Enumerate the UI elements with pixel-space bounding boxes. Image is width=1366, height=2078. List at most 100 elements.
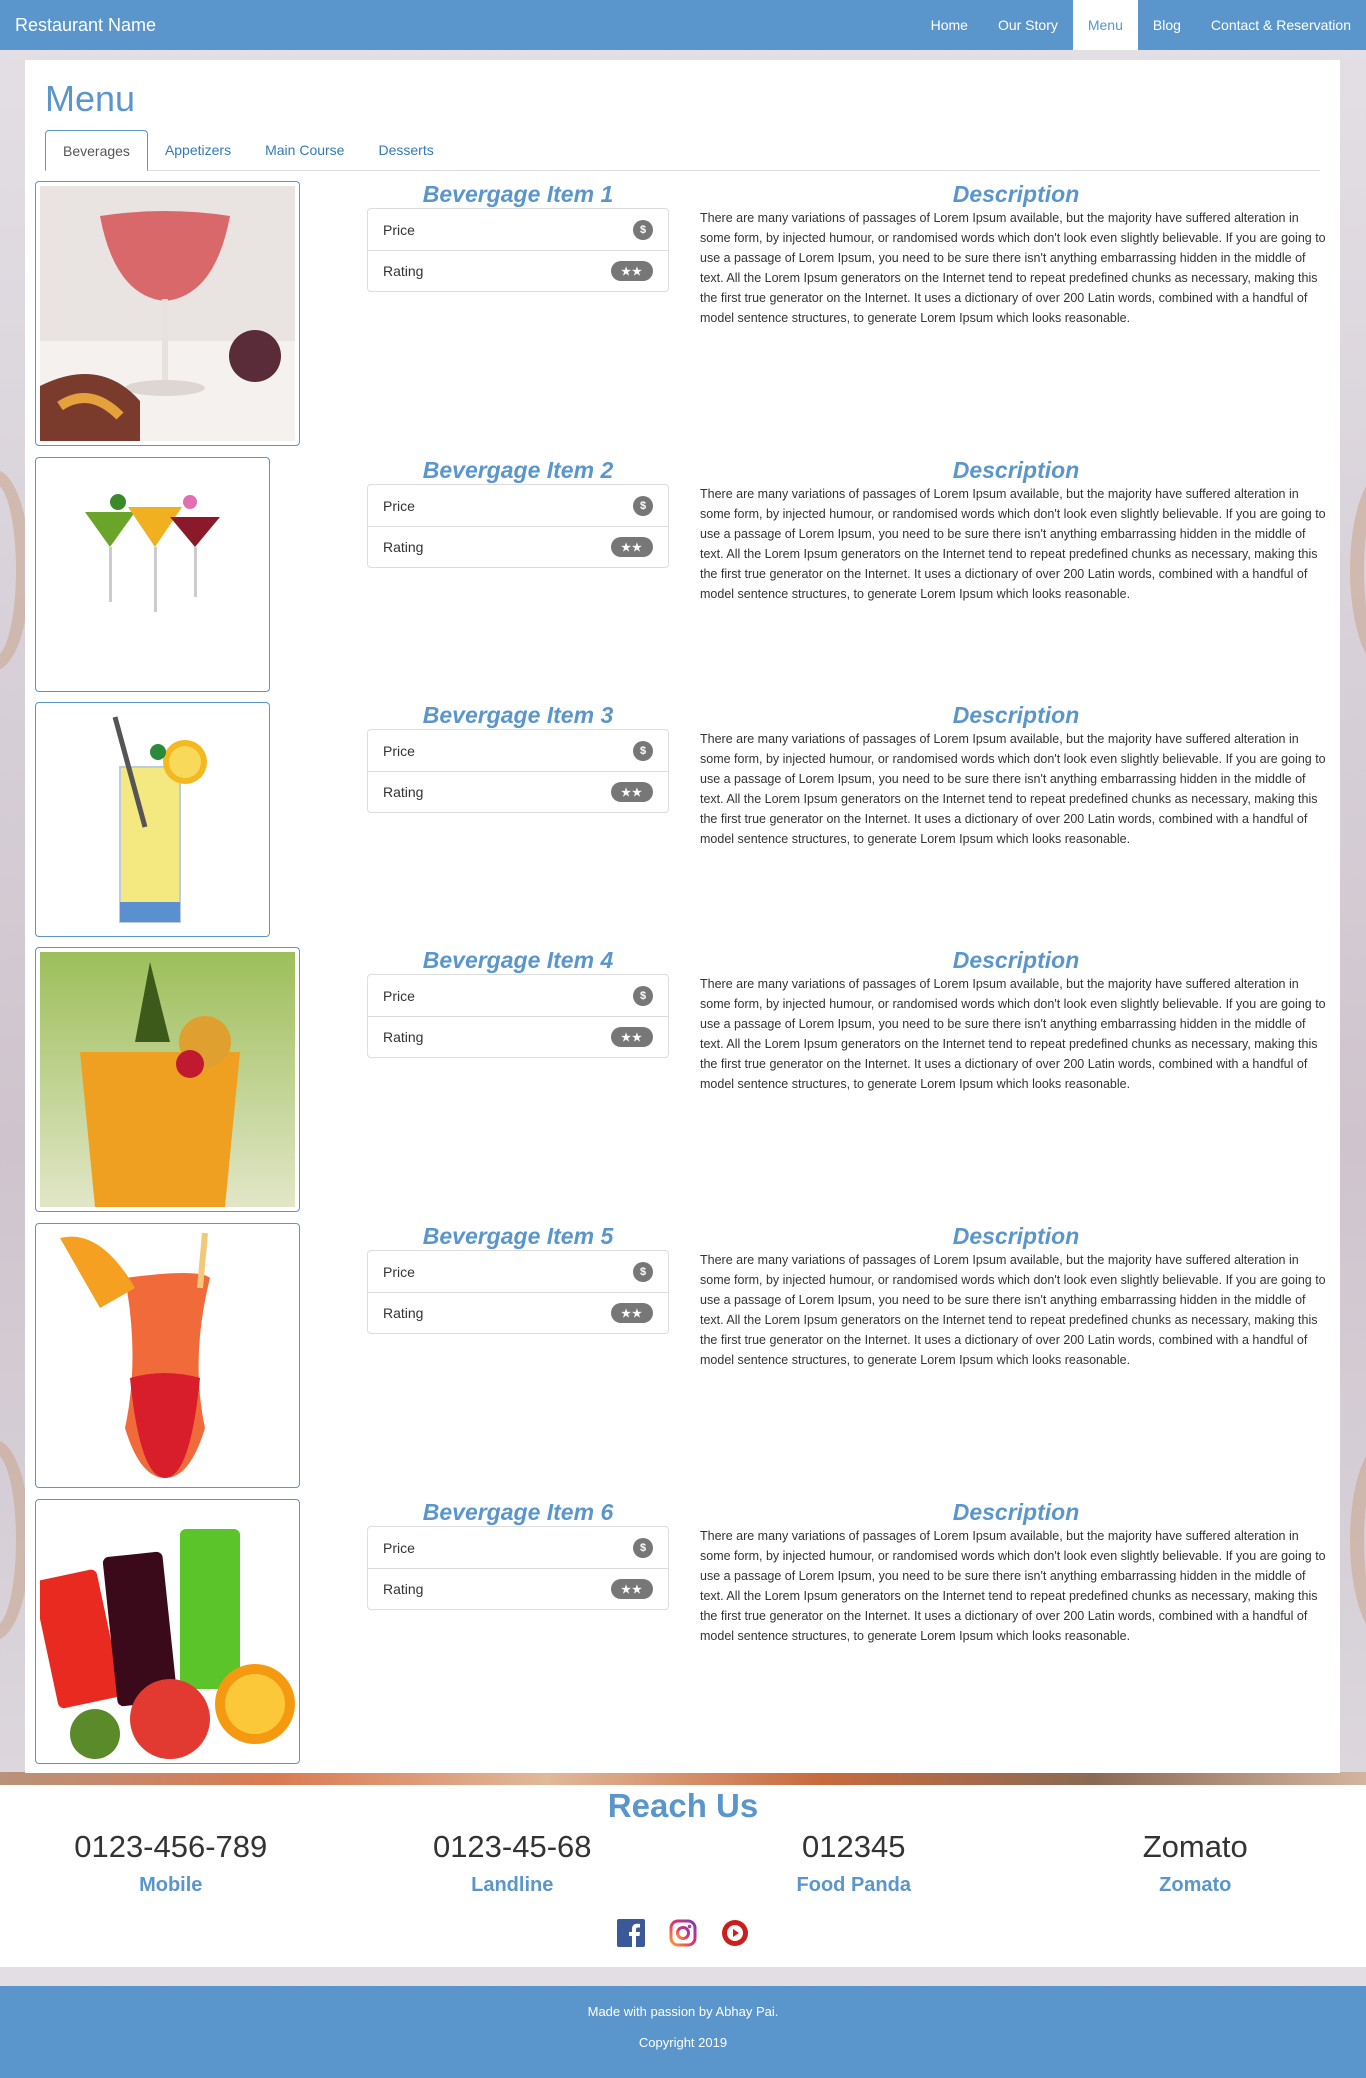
rating-row: Rating ★★ bbox=[368, 1292, 668, 1333]
item-details-list: Price $ Rating ★★ bbox=[367, 1526, 669, 1610]
rating-badge: ★★ bbox=[611, 261, 653, 281]
item-image-2 bbox=[35, 457, 270, 692]
price-badge: $ bbox=[633, 219, 653, 240]
description-text: There are many variations of passages of… bbox=[700, 732, 1326, 846]
footer: Made with passion by Abhay Pai. Copyrigh… bbox=[0, 1986, 1366, 2078]
item-title: Bevergage Item 5 bbox=[422, 1223, 614, 1249]
price-badge: $ bbox=[633, 1537, 653, 1558]
item-title: Bevergage Item 2 bbox=[422, 457, 614, 483]
price-badge: $ bbox=[633, 985, 653, 1006]
contact-label: Zomato bbox=[1159, 1874, 1232, 1896]
item-title: Bevergage Item 1 bbox=[422, 181, 614, 207]
rating-badge: ★★ bbox=[611, 537, 653, 557]
item-description: Description There are many variations of… bbox=[700, 1499, 1332, 1646]
contact-value: Zomato bbox=[1142, 1829, 1248, 1864]
price-badge: $ bbox=[633, 495, 653, 516]
description-text: There are many variations of passages of… bbox=[700, 977, 1326, 1091]
item-description: Description There are many variations of… bbox=[700, 457, 1332, 604]
item-info: Bevergage Item 4 Price $ Rating ★★ bbox=[367, 947, 669, 1058]
navbar: Restaurant Name Home Our Story Menu Blog… bbox=[0, 0, 1366, 50]
price-row: Price $ bbox=[368, 485, 668, 526]
item-details-list: Price $ Rating ★★ bbox=[367, 208, 669, 292]
nav-contact-reservation[interactable]: Contact & Reservation bbox=[1196, 0, 1366, 50]
hurricane-cocktail-image bbox=[40, 1228, 295, 1483]
item-description: Description There are many variations of… bbox=[700, 702, 1332, 849]
youtube-icon[interactable] bbox=[720, 1918, 750, 1948]
tab-appetizers[interactable]: Appetizers bbox=[148, 130, 248, 170]
footer-copyright: Copyright 2019 bbox=[638, 2035, 728, 2050]
contact-mobile: 0123-456-789 Mobile bbox=[0, 1827, 342, 1903]
price-row: Price $ bbox=[368, 1527, 668, 1568]
item-title: Bevergage Item 4 bbox=[422, 947, 614, 973]
item-info: Bevergage Item 3 Price $ Rating ★★ bbox=[367, 702, 669, 813]
description-text: There are many variations of passages of… bbox=[700, 1253, 1326, 1367]
contact-label: Landline bbox=[471, 1874, 554, 1896]
menu-tabs: Beverages Appetizers Main Course Dessert… bbox=[45, 130, 1320, 171]
instagram-icon[interactable] bbox=[668, 1918, 698, 1948]
item-image-1 bbox=[35, 181, 300, 446]
description-text: There are many variations of passages of… bbox=[700, 487, 1326, 601]
price-row: Price $ bbox=[368, 209, 668, 250]
item-details-list: Price $ Rating ★★ bbox=[367, 484, 669, 568]
item-description: Description There are many variations of… bbox=[700, 1223, 1332, 1370]
description-title: Description bbox=[952, 1223, 1080, 1249]
description-title: Description bbox=[952, 181, 1080, 207]
pink-cocktail-image bbox=[40, 186, 295, 441]
contact-label: Mobile bbox=[139, 1874, 203, 1896]
item-info: Bevergage Item 2 Price $ Rating ★★ bbox=[367, 457, 669, 568]
item-info: Bevergage Item 1 Price $ Rating ★★ bbox=[367, 181, 669, 292]
rating-badge: ★★ bbox=[611, 1027, 653, 1047]
item-details-list: Price $ Rating ★★ bbox=[367, 729, 669, 813]
item-description: Description There are many variations of… bbox=[700, 947, 1332, 1094]
rating-row: Rating ★★ bbox=[368, 771, 668, 812]
price-row: Price $ bbox=[368, 975, 668, 1016]
price-row: Price $ bbox=[368, 730, 668, 771]
nav-home[interactable]: Home bbox=[916, 0, 983, 50]
price-badge: $ bbox=[633, 1261, 653, 1282]
contact-value: 0123-456-789 bbox=[74, 1829, 268, 1864]
orange-punch-image bbox=[40, 952, 295, 1207]
tab-desserts[interactable]: Desserts bbox=[361, 130, 450, 170]
nav-menu-active[interactable]: Menu bbox=[1072, 0, 1138, 50]
contact-landline: 0123-45-68 Landline bbox=[342, 1827, 684, 1903]
brand-link[interactable]: Restaurant Name bbox=[0, 15, 156, 36]
price-badge: $ bbox=[633, 740, 653, 761]
nav-blog[interactable]: Blog bbox=[1138, 0, 1196, 50]
description-title: Description bbox=[952, 457, 1080, 483]
martini-glasses-image bbox=[40, 462, 265, 687]
description-text: There are many variations of passages of… bbox=[700, 1529, 1326, 1643]
reach-us-title: Reach Us bbox=[607, 1787, 759, 1824]
nav-our-story[interactable]: Our Story bbox=[983, 0, 1073, 50]
menu-panel: Menu Beverages Appetizers Main Course De… bbox=[25, 60, 1340, 1773]
contact-value: 0123-45-68 bbox=[432, 1829, 592, 1864]
footer-credit: Made with passion by Abhay Pai. bbox=[587, 2004, 779, 2019]
item-info: Bevergage Item 6 Price $ Rating ★★ bbox=[367, 1499, 669, 1610]
page-title: Menu bbox=[45, 78, 136, 119]
rating-badge: ★★ bbox=[611, 1579, 653, 1599]
description-title: Description bbox=[952, 947, 1080, 973]
description-title: Description bbox=[952, 1499, 1080, 1525]
description-text: There are many variations of passages of… bbox=[700, 211, 1326, 325]
item-details-list: Price $ Rating ★★ bbox=[367, 1250, 669, 1334]
juice-glasses-image bbox=[33, 1504, 295, 1759]
contact-food-panda: 012345 Food Panda bbox=[683, 1827, 1025, 1903]
background-plate-right bbox=[1350, 470, 1366, 670]
item-details-list: Price $ Rating ★★ bbox=[367, 974, 669, 1058]
rating-badge: ★★ bbox=[611, 782, 653, 802]
rating-row: Rating ★★ bbox=[368, 1016, 668, 1057]
reach-us-section: Reach Us 0123-456-789 Mobile 0123-45-68 … bbox=[0, 1785, 1366, 1967]
item-description: Description There are many variations of… bbox=[700, 181, 1332, 328]
contact-label: Food Panda bbox=[796, 1874, 911, 1896]
item-image-4 bbox=[35, 947, 300, 1212]
description-title: Description bbox=[952, 702, 1080, 728]
facebook-icon[interactable] bbox=[616, 1918, 646, 1948]
contact-list: 0123-456-789 Mobile 0123-45-68 Landline … bbox=[0, 1827, 1366, 1903]
contact-zomato: Zomato Zomato bbox=[1025, 1827, 1366, 1903]
item-info: Bevergage Item 5 Price $ Rating ★★ bbox=[367, 1223, 669, 1334]
tab-beverages[interactable]: Beverages bbox=[45, 130, 148, 171]
lemonade-image bbox=[40, 707, 265, 932]
item-title: Bevergage Item 3 bbox=[422, 702, 614, 728]
social-links bbox=[0, 1918, 1366, 1948]
rating-row: Rating ★★ bbox=[368, 1568, 668, 1609]
tab-main-course[interactable]: Main Course bbox=[248, 130, 361, 170]
